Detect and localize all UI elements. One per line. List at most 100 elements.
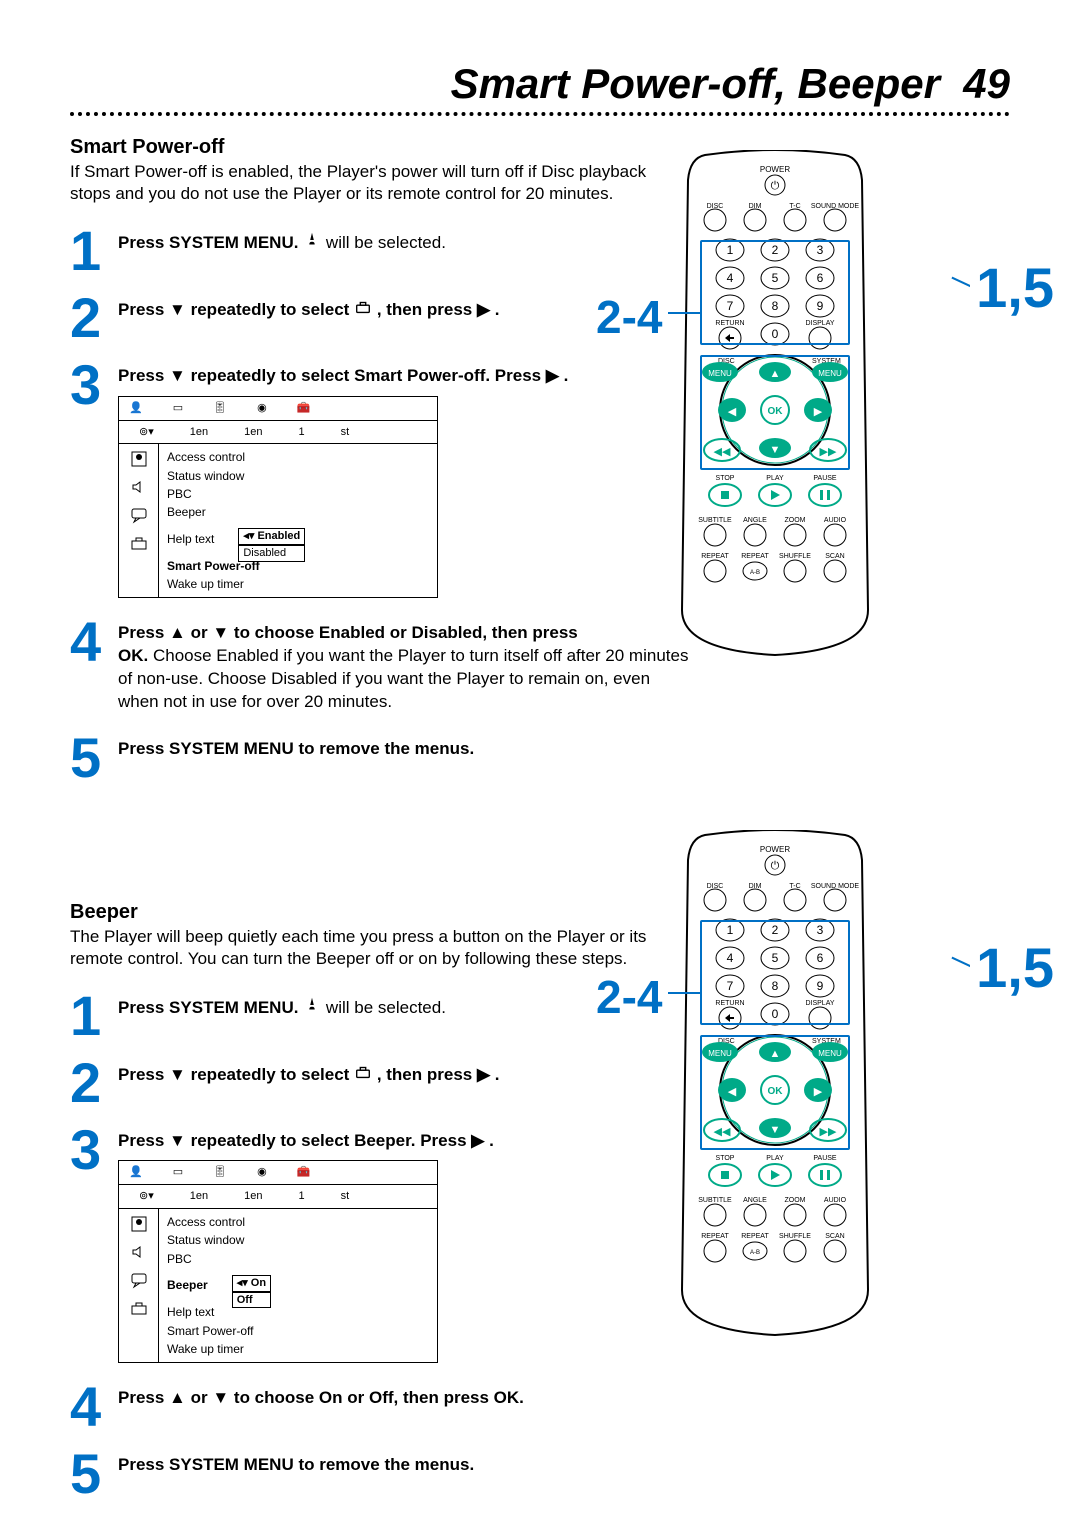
- step-number: 3: [70, 363, 118, 408]
- svg-text:REPEAT: REPEAT: [701, 1233, 729, 1240]
- toolbox-icon: 🧰: [297, 401, 311, 416]
- callout-box-2-4: [700, 920, 850, 1025]
- svg-text:ZOOM: ZOOM: [785, 517, 806, 524]
- osd-iconcol: [119, 444, 159, 597]
- svg-text:SCAN: SCAN: [825, 553, 844, 560]
- person-pref-icon: 👤: [129, 1165, 143, 1180]
- callout-label-right: 1,5: [970, 935, 1060, 1000]
- speaker-icon: [130, 1243, 148, 1261]
- list-item: PBC: [165, 1250, 431, 1268]
- svg-text:REPEAT: REPEAT: [741, 1233, 769, 1240]
- svg-text:A-B: A-B: [750, 570, 760, 576]
- list-item: Help text: [165, 1303, 431, 1321]
- step-4: 4 Press ▲ or ▼ to choose Enabled or Disa…: [70, 616, 690, 714]
- svg-text:⏻: ⏻: [771, 860, 780, 872]
- label-power: POWER: [760, 165, 790, 174]
- svg-text:A-B: A-B: [750, 1250, 760, 1256]
- step-number: 1: [70, 229, 118, 274]
- title-text: Smart Power-off, Beeper: [451, 60, 940, 107]
- svg-text:SCAN: SCAN: [825, 1233, 844, 1240]
- step-number: 2: [70, 296, 118, 341]
- step-number: 4: [70, 620, 118, 665]
- list-item: Access control: [165, 1213, 431, 1231]
- callout-label-right: 1,5: [970, 255, 1060, 320]
- callout-label-left: 2-4: [590, 970, 668, 1024]
- callout-box-2-4: [700, 240, 850, 345]
- toolbox-icon: [130, 534, 148, 552]
- tuner-icon: 🎚: [213, 1165, 227, 1180]
- step-5: 5 Press SYSTEM MENU to remove the menus.: [70, 1448, 690, 1497]
- svg-text:⏻: ⏻: [771, 180, 780, 192]
- dvd-icon: ⊚▾: [139, 1189, 154, 1204]
- option-off: Off: [232, 1292, 271, 1309]
- option-enabled: ◂▾ Enabled: [238, 528, 305, 545]
- osd-header: 👤 ▭ 🎚 ◉ 🧰: [119, 397, 437, 421]
- toolbox-icon: [354, 1063, 372, 1088]
- svg-text:REPEAT: REPEAT: [701, 553, 729, 560]
- svg-text:SUBTITLE: SUBTITLE: [698, 517, 732, 524]
- remote-illustration-2: POWER ⏻ DISC DIM T-C SOUND MODE 1 2 3 4 …: [650, 830, 1020, 1340]
- speaker-icon: ◉: [257, 1165, 267, 1180]
- person-pref-icon: [303, 996, 321, 1021]
- list-item: Access control: [165, 448, 431, 466]
- svg-text:SUBTITLE: SUBTITLE: [698, 1197, 732, 1204]
- tuner-icon: 🎚: [213, 401, 227, 416]
- step-text: Press SYSTEM MENU to remove the menus.: [118, 732, 474, 761]
- arrow-right-icon: ▶: [477, 300, 490, 319]
- step-5: 5 Press SYSTEM MENU to remove the menus.: [70, 732, 690, 781]
- person-card-icon: [130, 1215, 148, 1233]
- bubble-icon: [130, 506, 148, 524]
- svg-text:AUDIO: AUDIO: [824, 517, 847, 524]
- svg-text:ANGLE: ANGLE: [743, 517, 767, 524]
- callout-box-dpad: [700, 1035, 850, 1150]
- toolbox-icon: [354, 298, 372, 323]
- intro-beeper: The Player will beep quietly each time y…: [70, 926, 690, 970]
- speaker-icon: [130, 478, 148, 496]
- arrow-down-icon: ▼: [212, 623, 229, 642]
- arrow-down-icon: ▼: [169, 300, 186, 319]
- svg-text:AUDIO: AUDIO: [824, 1197, 847, 1204]
- svg-text:SHUFFLE: SHUFFLE: [779, 553, 811, 560]
- arrow-up-icon: ▲: [169, 1388, 186, 1407]
- arrow-down-icon: ▼: [212, 1388, 229, 1407]
- toolbox-icon: 🧰: [297, 1165, 311, 1180]
- svg-text:PAUSE: PAUSE: [813, 475, 837, 482]
- step-3: 3 Press ▼ repeatedly to select Smart Pow…: [70, 359, 690, 598]
- list-item: Wake up timer: [165, 1340, 431, 1358]
- tv-icon: ▭: [173, 401, 183, 416]
- list-item: Beeper: [165, 503, 431, 521]
- step-2: 2 Press ▼ repeatedly to select , then pr…: [70, 1057, 690, 1106]
- option-disabled: Disabled: [238, 545, 305, 562]
- svg-text:PLAY: PLAY: [766, 475, 784, 482]
- intro-smart-poweroff: If Smart Power-off is enabled, the Playe…: [70, 161, 690, 205]
- osd-list: Access control Status window PBC Beeper …: [159, 444, 437, 597]
- list-item: Help text ◂▾ Enabled Disabled: [165, 521, 431, 557]
- bubble-icon: [130, 1271, 148, 1289]
- tv-icon: ▭: [173, 1165, 183, 1180]
- dvd-icon: ⊚▾: [139, 425, 154, 440]
- callout-box-dpad: [700, 355, 850, 470]
- arrow-right-icon: ▶: [546, 366, 559, 385]
- list-item: Wake up timer: [165, 575, 431, 593]
- list-item: Smart Power-off: [165, 1322, 431, 1340]
- svg-text:PLAY: PLAY: [766, 1155, 784, 1162]
- step-text: Press ▼ repeatedly to select Smart Power…: [118, 359, 568, 598]
- svg-text:PAUSE: PAUSE: [813, 1155, 837, 1162]
- arrow-down-icon: ▼: [169, 1065, 186, 1084]
- callout-label-left: 2-4: [590, 290, 668, 344]
- step-text: Press SYSTEM MENU. will be selected.: [118, 225, 446, 256]
- osd-menu-screenshot: 👤 ▭ 🎚 ◉ 🧰 ⊚▾ 1en 1en 1 st: [118, 396, 438, 599]
- step-1: 1 Press SYSTEM MENU. will be selected.: [70, 225, 690, 274]
- list-item: Status window: [165, 1231, 431, 1249]
- arrow-down-icon: ▼: [169, 1131, 186, 1150]
- title-divider: [70, 112, 1010, 116]
- svg-text:ANGLE: ANGLE: [743, 1197, 767, 1204]
- list-item: Status window: [165, 467, 431, 485]
- svg-text:STOP: STOP: [716, 1155, 735, 1162]
- svg-text:SHUFFLE: SHUFFLE: [779, 1233, 811, 1240]
- svg-text:ZOOM: ZOOM: [785, 1197, 806, 1204]
- page-title: Smart Power-off, Beeper 49: [70, 60, 1010, 108]
- toolbox-icon: [130, 1299, 148, 1317]
- step-4: 4 Press ▲ or ▼ to choose On or Off, then…: [70, 1381, 690, 1430]
- svg-text:REPEAT: REPEAT: [741, 553, 769, 560]
